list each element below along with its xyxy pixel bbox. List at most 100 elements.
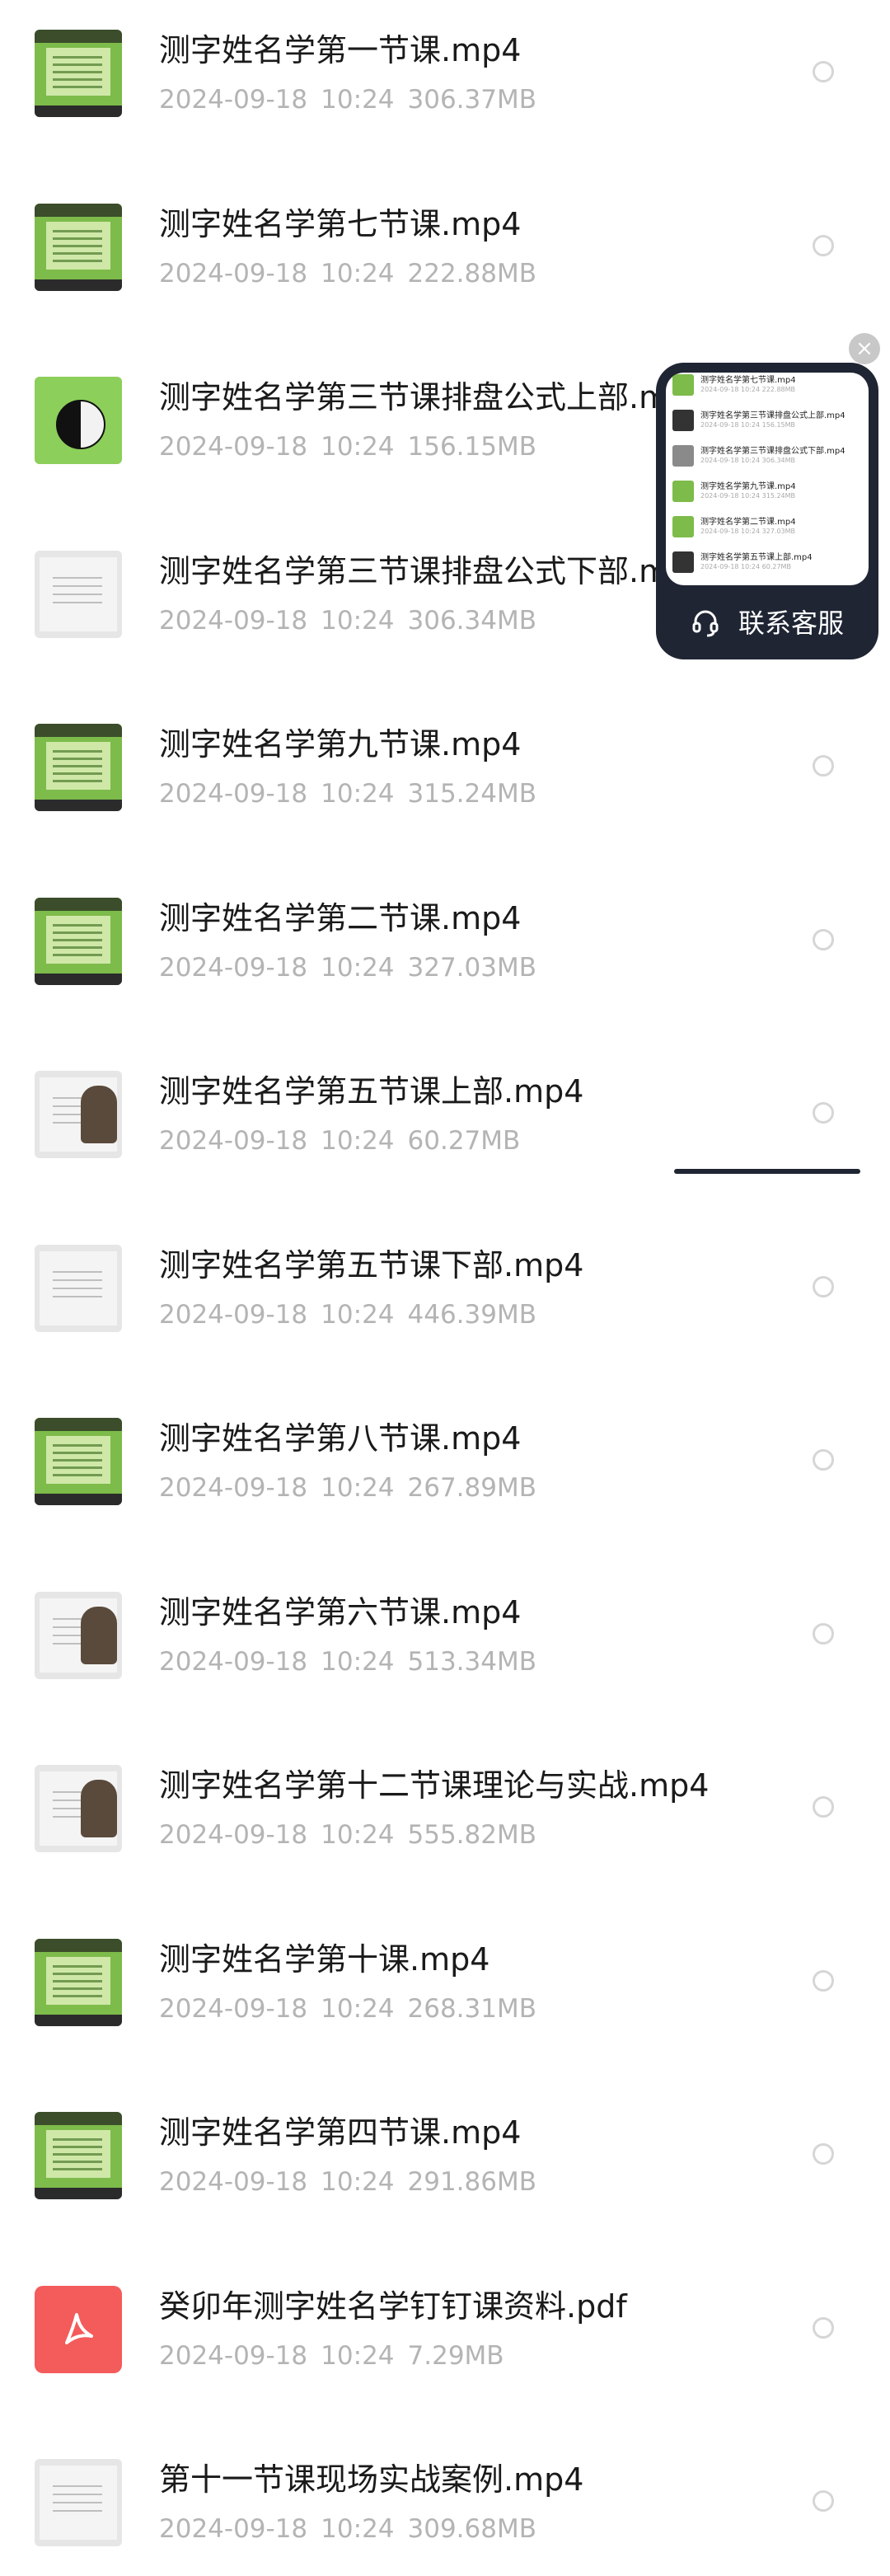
file-row[interactable]: 测字姓名学第五节课上部.mp4 2024-09-18 10:24 60.27MB [0, 1035, 890, 1188]
file-name: 测字姓名学第六节课.mp4 [159, 1594, 522, 1631]
file-date: 2024-09-18 [159, 85, 308, 115]
file-size: 446.39MB [407, 1300, 536, 1330]
video-thumbnail [35, 204, 122, 291]
file-name: 测字姓名学第七节课.mp4 [159, 206, 522, 242]
file-name: 癸卯年测字姓名学钉钉课资料.pdf [159, 2288, 627, 2325]
preview-meta: 2024-09-18 10:24 60.27MB [700, 563, 791, 570]
file-size: 513.34MB [407, 1647, 536, 1677]
select-radio[interactable] [813, 235, 834, 256]
file-meta: 2024-09-18 10:24 7.29MB [159, 2340, 518, 2372]
preview-row: 测字姓名学第五节课上部.mp4 2024-09-18 10:24 60.27MB [666, 545, 869, 579]
video-thumbnail [35, 30, 122, 117]
file-date: 2024-09-18 [159, 1473, 308, 1503]
file-name: 测字姓名学第十二节课理论与实战.mp4 [159, 1767, 710, 1804]
file-row[interactable]: 测字姓名学第十课.mp4 2024-09-18 10:24 268.31MB [0, 1903, 890, 2056]
close-icon[interactable]: × [849, 333, 880, 364]
file-time: 10:24 [321, 1994, 395, 2024]
file-size: 222.88MB [407, 259, 536, 289]
preview-thumbnail [672, 445, 694, 467]
preview-name: 测字姓名学第二节课.mp4 [700, 518, 796, 527]
preview-row: 测字姓名学第七节课.mp4 2024-09-18 10:24 222.88MB [666, 373, 869, 402]
file-date: 2024-09-18 [159, 953, 308, 983]
file-name: 测字姓名学第三节课排盘公式上部.mp4 [159, 379, 710, 415]
video-thumbnail [35, 898, 122, 985]
file-meta: 2024-09-18 10:24 291.86MB [159, 2166, 550, 2198]
file-size: 555.82MB [407, 1820, 536, 1850]
video-thumbnail [35, 1939, 122, 2026]
preview-name: 测字姓名学第七节课.mp4 [700, 376, 796, 385]
file-date: 2024-09-18 [159, 1820, 308, 1850]
file-name: 第十一节课现场实战案例.mp4 [159, 2461, 584, 2498]
file-row[interactable]: 测字姓名学第九节课.mp4 2024-09-18 10:24 315.24MB [0, 687, 890, 841]
file-size: 156.15MB [407, 432, 536, 462]
video-thumbnail [35, 724, 122, 811]
video-thumbnail [35, 1765, 122, 1852]
widget-shadow-edge [674, 1169, 860, 1174]
select-radio[interactable] [813, 1276, 834, 1297]
file-row[interactable]: 测字姓名学第四节课.mp4 2024-09-18 10:24 291.86MB [0, 2076, 890, 2229]
video-thumbnail [35, 1418, 122, 1505]
preview-thumbnail [672, 374, 694, 396]
file-meta: 2024-09-18 10:24 156.15MB [159, 431, 550, 462]
select-radio[interactable] [813, 1449, 834, 1471]
file-time: 10:24 [321, 2167, 395, 2197]
file-name: 测字姓名学第五节课上部.mp4 [159, 1073, 584, 1110]
file-row[interactable]: 第十一节课现场实战案例.mp4 2024-09-18 10:24 309.68MB [0, 2423, 890, 2576]
video-thumbnail [35, 377, 122, 464]
file-name: 测字姓名学第十课.mp4 [159, 1941, 490, 1978]
file-meta: 2024-09-18 10:24 222.88MB [159, 258, 550, 289]
file-row[interactable]: 测字姓名学第二节课.mp4 2024-09-18 10:24 327.03MB [0, 861, 890, 1015]
file-name: 测字姓名学第五节课下部.mp4 [159, 1247, 584, 1283]
select-radio[interactable] [813, 1623, 834, 1645]
file-time: 10:24 [321, 2514, 395, 2544]
preview-meta: 2024-09-18 10:24 222.88MB [700, 386, 796, 393]
file-row[interactable]: 测字姓名学第五节课下部.mp4 2024-09-18 10:24 446.39MB [0, 1208, 890, 1362]
preview-thumbnail [672, 516, 694, 537]
file-name: 测字姓名学第四节课.mp4 [159, 2114, 522, 2151]
file-time: 10:24 [321, 1820, 395, 1850]
preview-thumbnail [672, 410, 694, 431]
file-row[interactable]: 测字姓名学第七节课.mp4 2024-09-18 10:24 222.88MB [0, 167, 890, 321]
select-radio[interactable] [813, 1102, 834, 1124]
preview-meta: 2024-09-18 10:24 306.34MB [700, 457, 796, 464]
file-date: 2024-09-18 [159, 1994, 308, 2024]
file-date: 2024-09-18 [159, 2167, 308, 2197]
file-size: 267.89MB [407, 1473, 536, 1503]
preview-thumbnail [672, 551, 694, 573]
file-meta: 2024-09-18 10:24 268.31MB [159, 1993, 550, 2025]
file-date: 2024-09-18 [159, 259, 308, 289]
file-time: 10:24 [321, 953, 395, 983]
select-radio[interactable] [813, 1970, 834, 1992]
contact-service-button[interactable]: 联系客服 [656, 594, 878, 653]
file-row[interactable]: 测字姓名学第八节课.mp4 2024-09-18 10:24 267.89MB [0, 1382, 890, 1535]
preview-meta: 2024-09-18 10:24 156.15MB [700, 421, 796, 429]
file-row[interactable]: 测字姓名学第六节课.mp4 2024-09-18 10:24 513.34MB [0, 1555, 890, 1709]
preview-meta: 2024-09-18 10:24 315.24MB [700, 492, 796, 500]
select-radio[interactable] [813, 755, 834, 777]
file-date: 2024-09-18 [159, 2514, 308, 2544]
preview-thumbnail [672, 481, 694, 502]
select-radio[interactable] [813, 2490, 834, 2512]
select-radio[interactable] [813, 61, 834, 82]
file-size: 60.27MB [407, 1126, 521, 1156]
file-row[interactable]: 癸卯年测字姓名学钉钉课资料.pdf 2024-09-18 10:24 7.29MB [0, 2250, 890, 2403]
floating-service-widget[interactable]: 测字姓名学第七节课.mp4 2024-09-18 10:24 222.88MB 测字… [656, 363, 878, 659]
preview-name: 测字姓名学第九节课.mp4 [700, 482, 796, 491]
video-thumbnail [35, 551, 122, 638]
select-radio[interactable] [813, 1796, 834, 1818]
select-radio[interactable] [813, 2317, 834, 2339]
file-name: 测字姓名学第八节课.mp4 [159, 1420, 522, 1457]
file-date: 2024-09-18 [159, 2341, 308, 2371]
file-size: 291.86MB [407, 2167, 536, 2197]
preview-row: 测字姓名学第九节课.mp4 2024-09-18 10:24 315.24MB [666, 474, 869, 509]
preview-name: 测字姓名学第三节课排盘公式上部.mp4 [700, 411, 846, 420]
file-row[interactable]: 测字姓名学第一节课.mp4 2024-09-18 10:24 306.37MB [0, 0, 890, 147]
file-row[interactable]: 测字姓名学第十二节课理论与实战.mp4 2024-09-18 10:24 555.82… [0, 1729, 890, 1882]
file-meta: 2024-09-18 10:24 306.37MB [159, 84, 550, 115]
select-radio[interactable] [813, 2143, 834, 2165]
file-name: 测字姓名学第二节课.mp4 [159, 900, 522, 936]
file-meta: 2024-09-18 10:24 555.82MB [159, 1819, 550, 1851]
select-radio[interactable] [813, 929, 834, 950]
preview-panel[interactable]: 测字姓名学第七节课.mp4 2024-09-18 10:24 222.88MB 测字… [666, 373, 869, 585]
preview-row: 测字姓名学第三节课排盘公式下部.mp4 2024-09-18 10:24 306.… [666, 439, 869, 473]
